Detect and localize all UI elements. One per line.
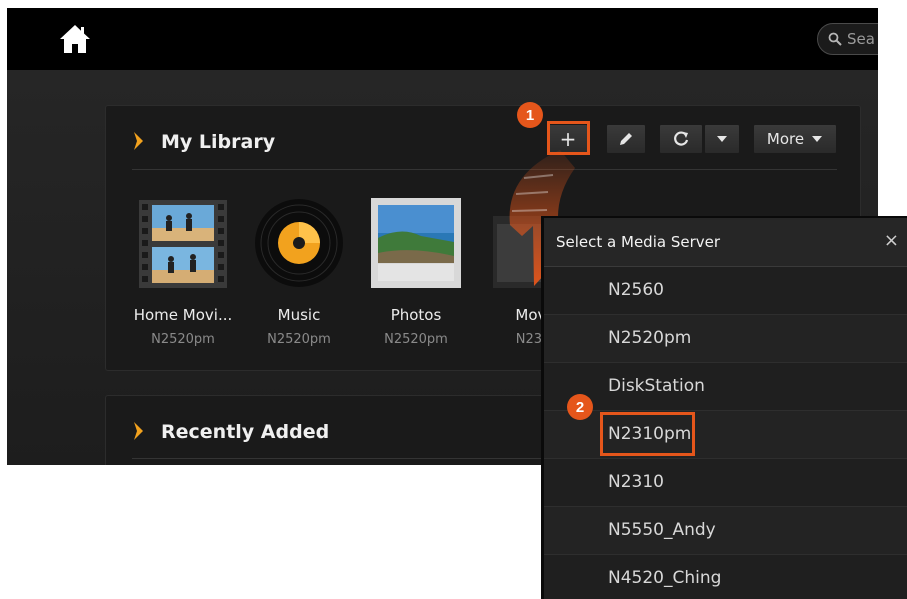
search-icon	[828, 32, 842, 46]
add-button-highlight	[547, 121, 590, 155]
library-item-name: Home Movi...	[133, 306, 233, 324]
chevron-right-icon	[134, 422, 143, 440]
step-2-badge: 2	[567, 394, 593, 420]
caret-down-icon	[812, 136, 823, 142]
dialog-title: Select a Media Server	[556, 233, 721, 251]
refresh-dropdown-button[interactable]	[704, 124, 740, 154]
home-icon[interactable]	[58, 23, 92, 55]
edit-button[interactable]	[606, 124, 646, 154]
more-label: More	[766, 130, 805, 148]
server-item-highlight	[600, 412, 695, 456]
more-button[interactable]: More	[753, 124, 837, 154]
chevron-right-icon	[134, 132, 143, 150]
divider	[132, 169, 837, 170]
library-item-music[interactable]: Music N2520pm	[239, 196, 359, 356]
library-item-server: N2520pm	[384, 332, 448, 347]
photos-landscape-icon	[371, 198, 461, 288]
library-item-photos[interactable]: Photos N2520pm	[356, 196, 476, 356]
my-library-title: My Library	[161, 131, 276, 153]
server-item-n4520-ching[interactable]: N4520_Ching	[544, 555, 907, 599]
library-item-server: N2520pm	[267, 332, 331, 347]
server-item-n2310pm[interactable]: N2310pm	[544, 411, 907, 459]
step-1-badge: 1	[517, 102, 543, 128]
server-item-n2310[interactable]: N2310	[544, 459, 907, 507]
refresh-button[interactable]	[659, 124, 703, 154]
music-disc-icon	[255, 199, 343, 287]
server-list: N2560 N2520pm DiskStation N2310pm N2310 …	[544, 267, 907, 599]
close-icon[interactable]: ×	[884, 230, 899, 251]
search-placeholder: Sea	[847, 30, 875, 48]
home-movies-film-icon	[139, 200, 227, 288]
server-item-n2520pm[interactable]: N2520pm	[544, 315, 907, 363]
library-item-server: N2520pm	[151, 332, 215, 347]
top-bar: Sea	[7, 8, 878, 70]
select-media-server-dialog: Select a Media Server × N2560 N2520pm Di…	[541, 216, 907, 599]
library-item-name: Music	[277, 306, 321, 324]
recently-added-title: Recently Added	[161, 421, 330, 443]
search-input[interactable]: Sea	[817, 23, 878, 55]
dialog-header: Select a Media Server ×	[544, 218, 907, 267]
server-item-n5550-andy[interactable]: N5550_Andy	[544, 507, 907, 555]
server-item-diskstation[interactable]: DiskStation	[544, 363, 907, 411]
library-item-name: Photos	[390, 306, 442, 324]
server-item-n2560[interactable]: N2560	[544, 267, 907, 315]
refresh-icon	[674, 131, 689, 146]
library-item-home-movies[interactable]: Home Movi... N2520pm	[123, 196, 243, 356]
pencil-icon	[620, 133, 632, 145]
caret-down-icon	[717, 136, 727, 142]
